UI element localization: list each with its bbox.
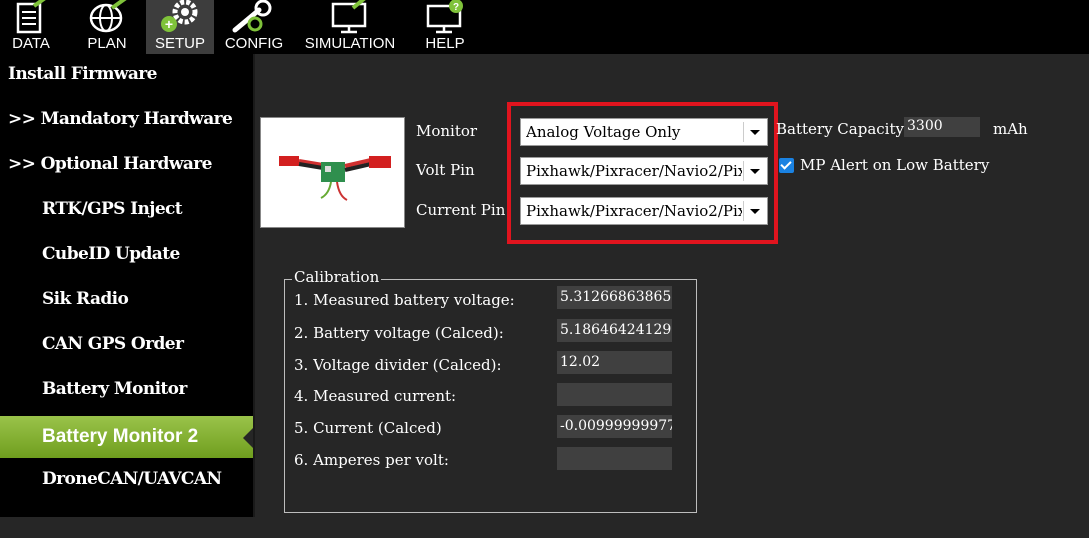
toolbar-label: HELP bbox=[425, 35, 465, 52]
toolbar-label: DATA bbox=[12, 35, 50, 52]
gears-icon: + bbox=[161, 0, 198, 32]
toolbar-label: CONFIG bbox=[224, 35, 284, 52]
monitor-icon bbox=[331, 0, 367, 34]
sidebar-item-can-gps-order[interactable]: CAN GPS Order bbox=[42, 324, 184, 364]
sidebar-item-rtk-gps-inject[interactable]: RTK/GPS Inject bbox=[42, 189, 183, 229]
svg-text:?: ? bbox=[453, 2, 459, 13]
sidebar-item-mandatory-hardware[interactable]: >> Mandatory Hardware bbox=[8, 99, 233, 139]
calibration-row-label: 2. Battery voltage (Calced): bbox=[294, 324, 504, 342]
battery-capacity-input[interactable]: 3300 bbox=[904, 117, 980, 137]
toolbar-label: PLAN bbox=[87, 35, 127, 52]
power-module-picture bbox=[279, 156, 391, 201]
battery-module-image bbox=[260, 117, 405, 228]
toolbar-setup-button[interactable]: + SETUP bbox=[146, 0, 214, 54]
wrench-icon bbox=[232, 0, 272, 33]
calibration-row-label: 5. Current (Calced) bbox=[294, 419, 442, 437]
measured-voltage-input[interactable]: 5.31266863865 bbox=[557, 286, 672, 309]
current-pin-label: Current Pin bbox=[416, 201, 506, 219]
voltage-divider-input[interactable]: 12.02 bbox=[557, 351, 672, 374]
sidebar-item-optional-hardware[interactable]: >> Optional Hardware bbox=[8, 144, 212, 184]
sidebar-item-sik-radio[interactable]: Sik Radio bbox=[42, 279, 129, 319]
current-calced-input[interactable]: -0.00999999977 bbox=[557, 415, 672, 438]
calibration-row-label: 6. Amperes per volt: bbox=[294, 451, 449, 469]
toolbar-help-button[interactable]: ? HELP bbox=[414, 0, 476, 54]
data-icon bbox=[16, 0, 46, 34]
sidebar-item-cubeid-update[interactable]: CubeID Update bbox=[42, 234, 180, 274]
sidebar-item-install-firmware[interactable]: Install Firmware bbox=[8, 54, 157, 94]
sidebar-divider bbox=[253, 54, 255, 517]
toolbar-label: SETUP bbox=[154, 35, 205, 52]
sidebar-item-dronecan-uavcan[interactable]: DroneCAN/UAVCAN bbox=[42, 459, 222, 499]
battery-capacity-label: Battery Capacity bbox=[776, 120, 904, 138]
svg-text:+: + bbox=[165, 16, 173, 32]
toolbar-simulation-button[interactable]: SIMULATION bbox=[298, 0, 402, 54]
measured-current-input[interactable] bbox=[557, 383, 672, 406]
toolbar-label: SIMULATION bbox=[304, 35, 396, 52]
calibration-row-label: 3. Voltage divider (Calced): bbox=[294, 356, 502, 374]
help-monitor-icon: ? bbox=[426, 0, 463, 34]
toolbar-data-button[interactable]: DATA bbox=[0, 0, 62, 54]
monitor-label: Monitor bbox=[416, 122, 478, 140]
amperes-per-volt-input[interactable] bbox=[557, 447, 672, 470]
toolbar-plan-button[interactable]: PLAN bbox=[76, 0, 138, 54]
calibration-row-label: 1. Measured battery voltage: bbox=[294, 291, 515, 309]
top-toolbar: DATA PLAN + SETUP CONFIG SIMULATION ? HE… bbox=[0, 0, 1089, 54]
low-battery-alert-checkbox[interactable] bbox=[779, 158, 794, 173]
sidebar-item-partial[interactable] bbox=[42, 498, 82, 538]
calibration-row-label: 4. Measured current: bbox=[294, 387, 457, 405]
sidebar-item-battery-monitor-2[interactable]: Battery Monitor 2 bbox=[0, 416, 253, 458]
globe-icon bbox=[89, 0, 127, 33]
toolbar-config-button[interactable]: CONFIG bbox=[222, 0, 286, 54]
battery-voltage-calced-input[interactable]: 5.18646424129 bbox=[557, 319, 672, 342]
volt-pin-label: Volt Pin bbox=[416, 161, 475, 179]
capacity-unit-label: mAh bbox=[993, 120, 1028, 138]
calibration-title: Calibration bbox=[292, 268, 382, 286]
highlight-annotation bbox=[507, 102, 778, 244]
sidebar-item-battery-monitor[interactable]: Battery Monitor bbox=[42, 369, 187, 409]
low-battery-alert-label: MP Alert on Low Battery bbox=[800, 156, 990, 174]
